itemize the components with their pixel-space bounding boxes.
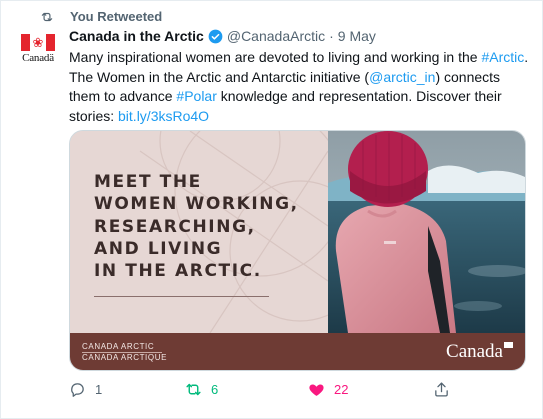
- hashtag-link-polar[interactable]: #Polar: [176, 88, 216, 104]
- tweet-text: Many inspirational women are devoted to …: [69, 48, 531, 126]
- divider-rule: [94, 296, 269, 297]
- like-button[interactable]: 22: [308, 379, 348, 399]
- avatar[interactable]: ❀ Canadä: [14, 30, 62, 78]
- retweet-button[interactable]: 6: [185, 379, 218, 399]
- headline-line: RESEARCHING,: [94, 216, 256, 237]
- like-count: 22: [334, 381, 349, 397]
- canada-wordmark-text: Canada: [446, 341, 503, 362]
- share-button[interactable]: [433, 379, 450, 399]
- headline-line: WOMEN WORKING,: [94, 194, 299, 215]
- retweet-active-icon: [186, 383, 201, 395]
- url-link[interactable]: bit.ly/3ksRo4O: [118, 108, 209, 124]
- retweet-indicator: [40, 9, 54, 25]
- headline-line: IN THE ARCTIC.: [94, 261, 262, 282]
- verified-badge-icon: [208, 29, 223, 43]
- retweet-count: 6: [211, 381, 219, 397]
- reply-count: 1: [95, 381, 103, 397]
- reply-icon: [71, 382, 84, 397]
- reply-button[interactable]: 1: [69, 379, 102, 399]
- canada-wordmark: Canada: [446, 341, 513, 363]
- headline-line: AND LIVING: [94, 238, 223, 259]
- mention-link[interactable]: @arctic_in: [369, 69, 435, 85]
- heart-filled-icon: [309, 384, 324, 396]
- media-footer-band: CANADA ARCTIC CANADA ARCTIQUE Canada: [70, 333, 525, 370]
- tweet-text-part: Many inspirational women are devoted to …: [69, 49, 482, 65]
- headline-line: MEET THE: [94, 172, 202, 192]
- media-image[interactable]: MEET THE WOMEN WORKING, RESEARCHING, AND…: [69, 130, 526, 371]
- canada-flag-icon: ❀: [21, 34, 55, 51]
- brand-english: CANADA ARCTIC: [82, 342, 155, 351]
- share-icon: [435, 381, 448, 397]
- social-context-label: You Retweeted: [70, 9, 163, 24]
- arctic-photo: [328, 131, 525, 333]
- action-bar: 1 6 22: [69, 379, 529, 399]
- author-name[interactable]: Canada in the Arctic: [69, 28, 204, 44]
- tweet-date[interactable]: 9 May: [338, 28, 376, 44]
- media-headline: MEET THE WOMEN WORKING, RESEARCHING, AND…: [94, 171, 299, 282]
- hashtag-link-arctic[interactable]: #Arctic: [481, 49, 524, 65]
- brand-french: CANADA ARCTIQUE: [82, 353, 168, 362]
- retweet-icon: [41, 12, 53, 22]
- author-handle[interactable]: @CanadaArctic: [227, 28, 325, 44]
- tweet-header: Canada in the Arctic @CanadaArctic · 9 M…: [69, 27, 376, 45]
- separator-dot: ·: [329, 28, 334, 44]
- wordmark-flag-icon: [504, 342, 513, 348]
- avatar-wordmark: Canadä: [22, 52, 54, 64]
